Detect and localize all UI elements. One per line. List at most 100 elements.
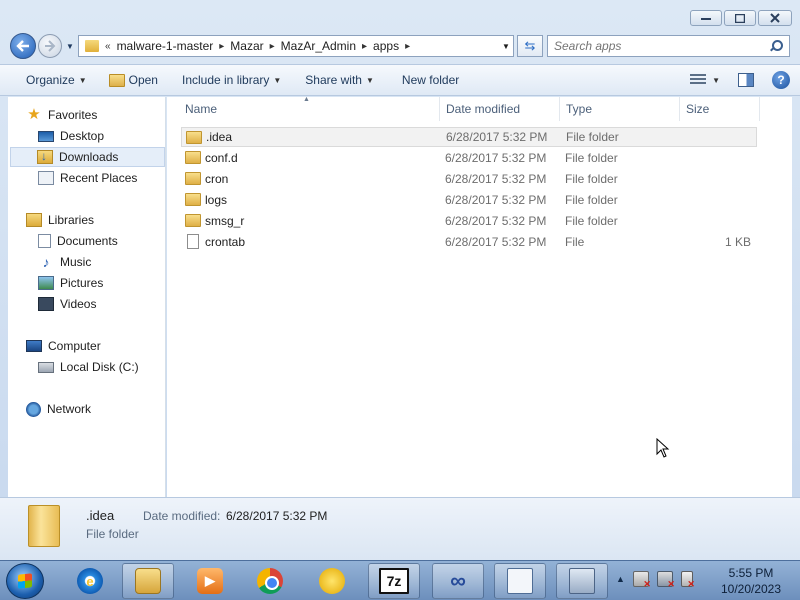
open-button[interactable]: Open <box>101 68 166 92</box>
network-status-icon[interactable] <box>656 571 675 590</box>
search-icon[interactable] <box>769 39 783 53</box>
share-with-button[interactable]: Share with ▼ <box>297 68 382 92</box>
network-icon <box>26 401 41 417</box>
nav-desktop[interactable]: Desktop <box>38 126 104 146</box>
folder-icon <box>185 172 201 185</box>
nav-videos[interactable]: Videos <box>38 294 96 314</box>
explorer-window: ▼ « malware-1-master ▸ Mazar ▸ MazAr_Adm… <box>0 0 800 560</box>
column-label: Type <box>566 102 593 116</box>
navigation-pane: ★ Favorites Desktop Downloads Recent Pla… <box>8 97 166 497</box>
search-input[interactable] <box>554 39 769 53</box>
column-header-type[interactable]: Type <box>560 97 680 121</box>
videos-icon <box>38 297 54 311</box>
column-header-size[interactable]: Size <box>680 97 760 121</box>
file-row[interactable]: smsg_r 6/28/2017 5:32 PM File folder <box>181 211 757 231</box>
chevron-right-icon[interactable]: ▸ <box>219 41 224 52</box>
nav-label: Music <box>60 255 92 269</box>
pictures-icon <box>38 276 54 290</box>
breadcrumb-item[interactable]: Mazar <box>230 39 263 53</box>
search-box[interactable] <box>547 35 790 57</box>
start-button[interactable] <box>6 563 44 599</box>
close-button[interactable] <box>758 10 792 26</box>
nav-pictures[interactable]: Pictures <box>38 273 103 293</box>
nav-computer[interactable]: Computer <box>26 336 101 356</box>
taskbar-window-app[interactable] <box>494 563 546 599</box>
nav-label: Local Disk (C:) <box>60 360 139 374</box>
nav-label: Pictures <box>60 276 104 290</box>
nav-local-disk[interactable]: Local Disk (C:) <box>38 357 139 377</box>
taskbar-chat[interactable] <box>306 563 358 599</box>
taskbar-7zip[interactable]: 7z <box>368 563 420 599</box>
taskbar-windows-explorer[interactable] <box>122 563 174 599</box>
minimize-button[interactable] <box>690 10 722 26</box>
forward-button[interactable] <box>38 34 62 58</box>
taskbar-keyboard-app[interactable] <box>556 563 608 599</box>
nav-label: Network <box>47 402 92 416</box>
file-row[interactable]: logs 6/28/2017 5:32 PM File folder <box>181 190 757 210</box>
include-in-library-button[interactable]: Include in library ▼ <box>174 68 289 92</box>
organize-button[interactable]: Organize ▼ <box>18 68 95 92</box>
volume-muted-icon[interactable] <box>680 571 695 590</box>
hard-disk-icon <box>38 361 54 373</box>
action-center-icon[interactable] <box>632 571 651 590</box>
column-label: Size <box>686 102 710 116</box>
internet-explorer-icon: e <box>77 568 103 594</box>
nav-downloads[interactable]: Downloads <box>10 147 165 167</box>
toolbar-right: ▼ ? <box>690 71 800 89</box>
nav-libraries[interactable]: Libraries <box>26 210 94 230</box>
music-note-icon: ♪ <box>42 254 50 270</box>
chat-bubble-icon <box>319 568 345 594</box>
clock[interactable]: 5:55 PM 10/20/2023 <box>718 565 784 597</box>
file-row[interactable]: cron 6/28/2017 5:32 PM File folder <box>181 169 757 189</box>
maximize-button[interactable] <box>724 10 756 26</box>
nav-label: Libraries <box>48 213 95 227</box>
file-name: crontab <box>205 235 246 249</box>
help-icon[interactable]: ? <box>772 71 790 89</box>
taskbar-media-player[interactable]: ▶ <box>184 563 236 599</box>
breadcrumb-item[interactable]: apps <box>373 39 399 53</box>
clock-time: 5:55 PM <box>728 566 774 580</box>
recent-pages-dropdown[interactable]: ▼ <box>66 42 74 51</box>
media-player-icon: ▶ <box>197 568 223 594</box>
chevron-right-icon[interactable]: ▸ <box>362 41 367 52</box>
breadcrumb-item[interactable]: malware-1-master <box>117 39 214 53</box>
file-row[interactable]: conf.d 6/28/2017 5:32 PM File folder <box>181 148 757 168</box>
preview-pane-icon[interactable] <box>738 73 754 87</box>
folder-icon <box>185 193 201 206</box>
new-folder-button[interactable]: New folder <box>394 68 467 92</box>
downloads-icon <box>37 149 53 164</box>
breadcrumb-item[interactable]: MazAr_Admin <box>281 39 356 53</box>
open-label: Open <box>128 73 158 87</box>
file-row[interactable]: .idea 6/28/2017 5:32 PM File folder <box>181 127 757 147</box>
nav-documents[interactable]: Documents <box>38 231 118 251</box>
show-hidden-icons-button[interactable]: ▲ <box>616 574 625 584</box>
nav-favorites[interactable]: ★ Favorites <box>26 105 97 125</box>
nav-music[interactable]: ♪ Music <box>38 252 92 272</box>
file-date-modified: 6/28/2017 5:32 PM <box>445 235 547 249</box>
column-header-date-modified[interactable]: Date modified <box>440 97 560 121</box>
star-icon: ★ <box>27 106 41 123</box>
file-row[interactable]: crontab 6/28/2017 5:32 PM File 1 KB <box>181 232 757 252</box>
back-button[interactable] <box>10 33 36 59</box>
file-type: File folder <box>565 193 618 207</box>
change-view-icon[interactable] <box>690 74 707 86</box>
chevron-right-icon[interactable]: ▸ <box>270 41 275 52</box>
file-type: File folder <box>565 214 618 228</box>
nav-network[interactable]: Network <box>26 399 91 419</box>
taskbar-infinity-app[interactable]: ∞ <box>432 563 484 599</box>
chevron-down-icon[interactable]: ▼ <box>712 76 720 85</box>
address-bar[interactable]: « malware-1-master ▸ Mazar ▸ MazAr_Admin… <box>78 35 514 57</box>
column-header-name[interactable]: Name <box>179 97 440 121</box>
taskbar-chrome[interactable] <box>244 563 296 599</box>
refresh-button[interactable]: ⇆ <box>517 35 543 57</box>
overflow-chevron-icon[interactable]: « <box>105 41 111 52</box>
file-type: File <box>565 235 585 249</box>
chevron-right-icon[interactable]: ▸ <box>405 41 410 52</box>
details-date-value: 6/28/2017 5:32 PM <box>226 509 328 523</box>
file-type: File folder <box>565 172 618 186</box>
taskbar-internet-explorer[interactable]: e <box>64 563 116 599</box>
back-arrow-icon <box>16 40 29 52</box>
nav-recent-places[interactable]: Recent Places <box>38 168 137 188</box>
address-dropdown-button[interactable]: ▼ <box>499 36 513 56</box>
recent-places-icon <box>38 171 54 185</box>
